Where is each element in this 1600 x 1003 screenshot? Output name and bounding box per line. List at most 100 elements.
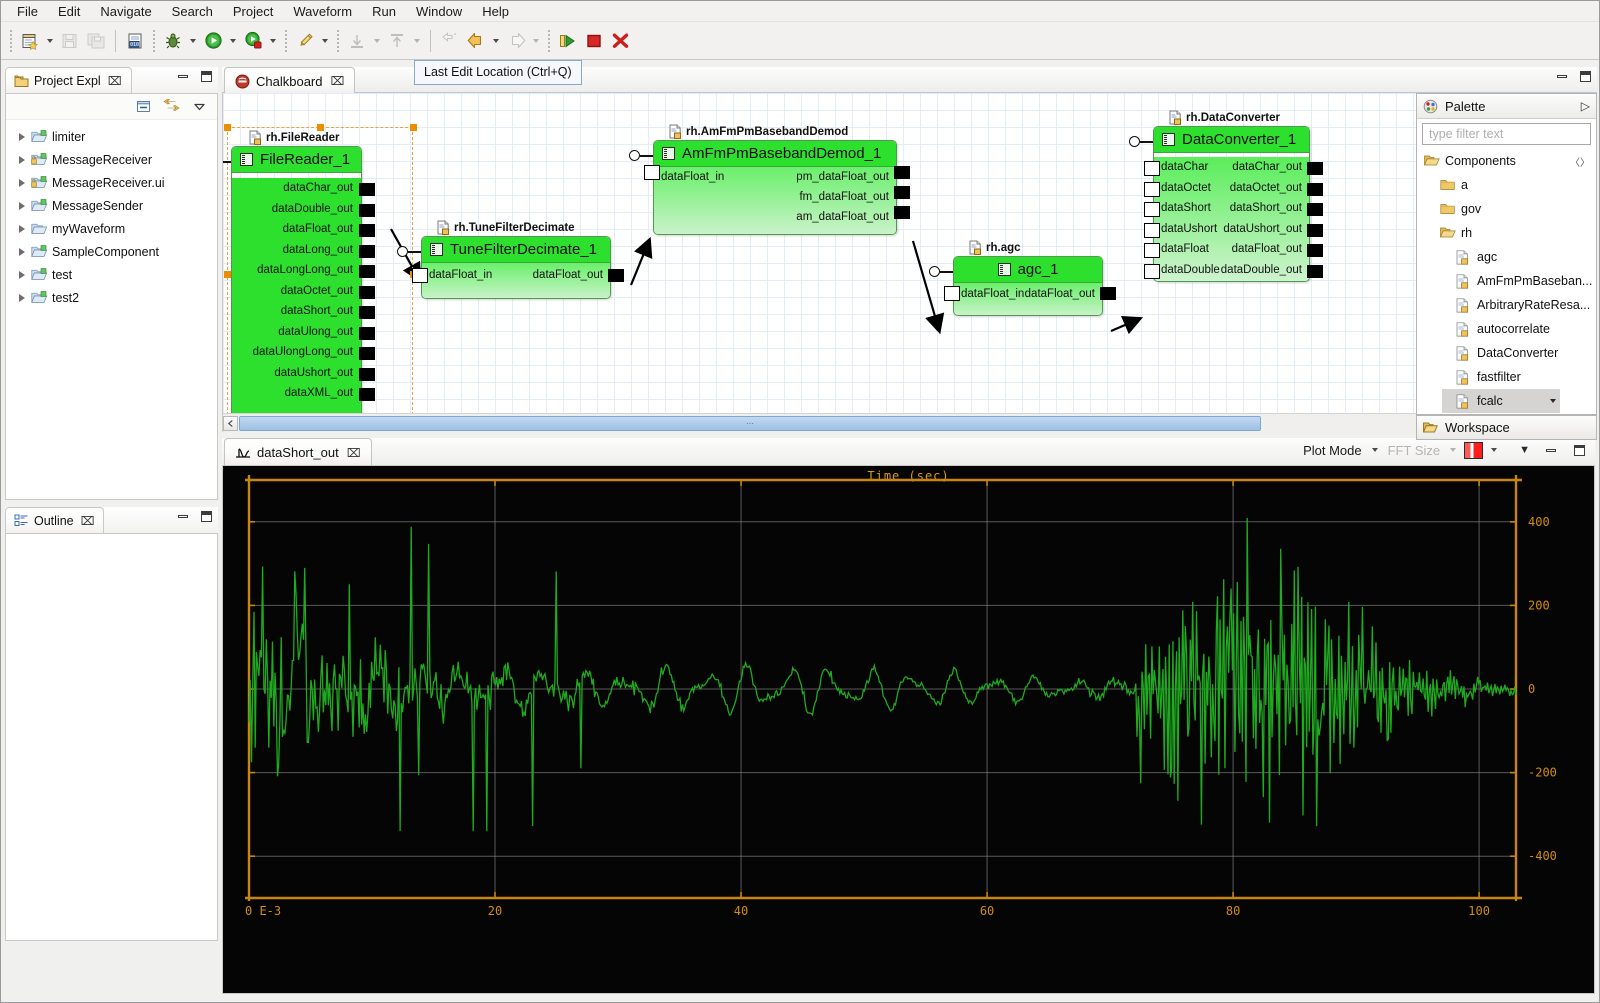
tab-outline[interactable]: Outline ⌧ — [5, 507, 104, 533]
plot-mode-dropdown[interactable] — [1368, 441, 1382, 459]
output-port-label[interactable]: dataFloat_out — [1232, 243, 1302, 255]
last-edit-location-button[interactable] — [437, 28, 463, 54]
input-port-stub[interactable] — [1144, 161, 1160, 176]
debug-button[interactable] — [160, 28, 186, 54]
component-box[interactable]: FileReader_1 dataChar_outdataDouble_outd… — [231, 146, 362, 413]
palette-item-components[interactable]: Components〈〉 — [1417, 149, 1596, 173]
collapse-icon[interactable]: 〈〉 — [1570, 154, 1596, 169]
menu-file[interactable]: File — [7, 2, 48, 21]
skip-breakpoints-button[interactable] — [292, 28, 318, 54]
expand-arrow-icon[interactable] — [16, 154, 27, 165]
output-port-stub[interactable] — [359, 224, 375, 237]
project-item-limiter[interactable]: limiter — [6, 125, 217, 148]
component-box[interactable]: AmFmPmBasebandDemod_1 dataFloat_in pm_da… — [653, 140, 897, 235]
close-icon[interactable]: ⌧ — [81, 514, 95, 528]
output-port-label[interactable]: dataOctet_out — [281, 285, 353, 297]
project-item-test[interactable]: test — [6, 263, 217, 286]
project-item-test2[interactable]: test2 — [6, 286, 217, 309]
run-external-dropdown[interactable] — [266, 28, 280, 54]
diagram-grid[interactable]: rh.FileReader FileReader_1 dataChar_outd… — [223, 93, 1581, 413]
new-file-button[interactable] — [17, 28, 43, 54]
output-port-stub[interactable] — [1307, 244, 1323, 257]
output-port-label[interactable]: dataUlongLong_out — [253, 346, 353, 358]
output-port-label[interactable]: dataFloat_out — [533, 269, 603, 281]
output-port-stub[interactable] — [359, 306, 375, 319]
output-port-label[interactable]: dataDouble_out — [272, 203, 353, 215]
output-port-stub[interactable] — [1307, 265, 1323, 278]
output-port-label[interactable]: dataDouble_out — [1221, 264, 1302, 276]
project-item-samplecomponent[interactable]: SampleComponent — [6, 240, 217, 263]
minimize-icon[interactable] — [1557, 75, 1567, 78]
palette-item-fastfilter[interactable]: fastfilter — [1417, 365, 1596, 389]
output-port-stub[interactable] — [359, 327, 375, 340]
output-port-stub[interactable] — [359, 347, 375, 360]
output-port-stub[interactable] — [1307, 162, 1323, 175]
forward-dropdown[interactable] — [529, 28, 543, 54]
input-port-stub[interactable] — [1144, 182, 1160, 197]
output-port-label[interactable]: dataXML_out — [285, 387, 353, 399]
maximize-icon[interactable] — [1580, 71, 1591, 82]
menu-help[interactable]: Help — [472, 2, 519, 21]
project-item-messagereceiver-ui[interactable]: MessageReceiver.ui — [6, 171, 217, 194]
input-port-label[interactable]: dataFloat_in — [661, 171, 724, 183]
menu-window[interactable]: Window — [406, 2, 472, 21]
new-file-dropdown[interactable] — [43, 28, 57, 54]
minimize-icon[interactable] — [1546, 449, 1556, 452]
plot-chart[interactable]: Time (sec) 0 E-3204060801004002000-200-4… — [222, 465, 1595, 994]
previous-annotation-button[interactable] — [384, 28, 410, 54]
expand-arrow-icon[interactable] — [16, 131, 27, 142]
palette-item-autocorrelate[interactable]: autocorrelate — [1417, 317, 1596, 341]
back-dropdown[interactable] — [489, 28, 503, 54]
input-port-stub[interactable] — [1144, 243, 1160, 258]
editor-horizontal-scrollbar[interactable]: ⋯ — [223, 413, 1581, 432]
output-port-label[interactable]: dataUshort_out — [274, 367, 353, 379]
next-annotation-button[interactable] — [344, 28, 370, 54]
tab-project-explorer[interactable]: Project Expl ⌧ — [5, 67, 132, 93]
link-with-editor-button[interactable] — [161, 97, 181, 117]
output-port-label[interactable]: am_dataFloat_out — [796, 211, 889, 223]
project-item-mywaveform[interactable]: myWaveform — [6, 217, 217, 240]
output-port-stub[interactable] — [1307, 224, 1323, 237]
output-port-label[interactable]: dataLong_out — [283, 244, 353, 256]
output-port-stub[interactable] — [359, 245, 375, 258]
palette-item-arbitraryrateresa-[interactable]: ArbitraryRateResa... — [1417, 293, 1596, 317]
palette-item-agc[interactable]: agc — [1417, 245, 1596, 269]
menu-search[interactable]: Search — [162, 2, 223, 21]
output-port-stub[interactable] — [1100, 287, 1116, 300]
input-port-label[interactable]: dataFloat — [1161, 243, 1209, 255]
palette-footer[interactable]: Workspace — [1416, 415, 1597, 440]
back-button[interactable] — [463, 28, 489, 54]
input-port-stub[interactable] — [1144, 223, 1160, 238]
output-port-stub[interactable] — [359, 388, 375, 401]
forward-button[interactable] — [503, 28, 529, 54]
provides-port-icon[interactable] — [1129, 136, 1140, 147]
minimize-icon[interactable] — [178, 75, 188, 78]
tab-datashort-out[interactable]: dataShort_out ⌧ — [224, 438, 372, 466]
menu-run[interactable]: Run — [362, 2, 406, 21]
expand-arrow-icon[interactable] — [16, 269, 27, 280]
provides-port-icon[interactable] — [629, 150, 640, 161]
project-item-messagereceiver[interactable]: MessageReceiver — [6, 148, 217, 171]
expand-arrow-icon[interactable] — [16, 292, 27, 303]
component-box[interactable]: TuneFilterDecimate_1 dataFloat_in dataFl… — [421, 236, 611, 299]
output-port-stub[interactable] — [359, 286, 375, 299]
input-port-stub[interactable] — [944, 286, 960, 301]
output-port-stub[interactable] — [359, 204, 375, 217]
menu-edit[interactable]: Edit — [48, 2, 90, 21]
expand-arrow-icon[interactable] — [16, 177, 27, 188]
input-port-stub[interactable] — [412, 268, 428, 283]
close-icon[interactable]: ⌧ — [347, 446, 361, 460]
palette-item-a[interactable]: a — [1417, 173, 1596, 197]
palette-filter-input[interactable]: type filter text — [1422, 123, 1591, 145]
skip-breakpoints-dropdown[interactable] — [318, 28, 332, 54]
expand-arrow-icon[interactable] — [16, 200, 27, 211]
input-port-label[interactable]: dataFloat_in — [961, 288, 1024, 300]
editor-canvas[interactable]: rh.FileReader FileReader_1 dataChar_outd… — [222, 93, 1597, 432]
output-port-stub[interactable] — [894, 206, 910, 219]
output-port-stub[interactable] — [894, 186, 910, 199]
stop-button[interactable] — [581, 28, 607, 54]
provides-port-icon[interactable] — [929, 266, 940, 277]
generate-code-button[interactable]: 010 — [122, 28, 148, 54]
output-port-label[interactable]: dataShort_out — [1230, 202, 1302, 214]
view-menu-button[interactable] — [189, 97, 209, 117]
